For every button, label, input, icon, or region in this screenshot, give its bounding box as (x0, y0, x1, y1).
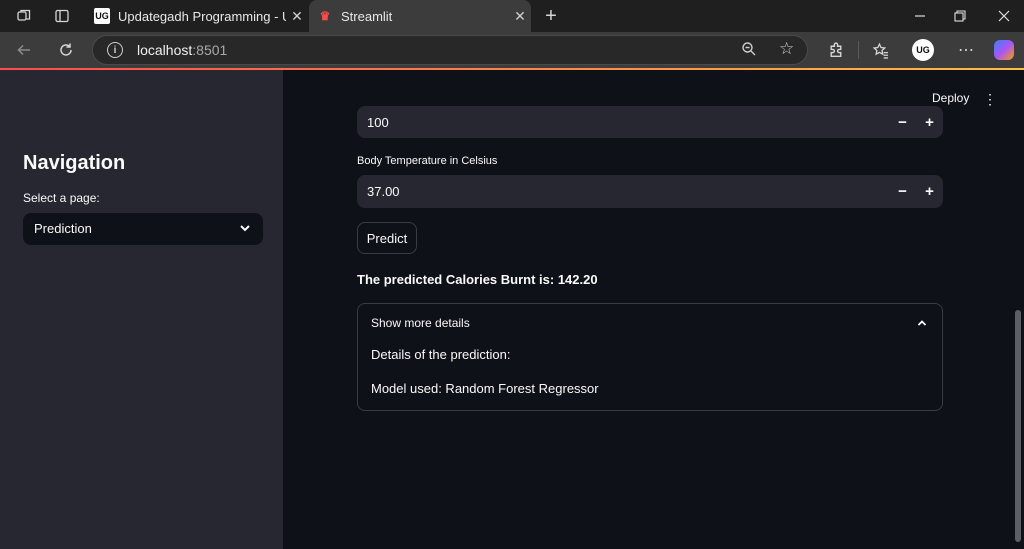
number-input-value: 100 (367, 115, 389, 130)
details-expander: Show more details Details of the predict… (357, 303, 943, 411)
main-menu-icon[interactable]: ⋮ (983, 91, 997, 107)
tab-title: Streamlit (341, 8, 393, 24)
page-scrollbar[interactable] (1015, 310, 1021, 542)
refresh-icon[interactable] (50, 32, 82, 68)
workspaces-icon[interactable] (8, 0, 40, 32)
sidebar-title: Navigation (23, 152, 126, 174)
temperature-value: 37.00 (367, 184, 400, 199)
deploy-button[interactable]: Deploy (932, 91, 969, 105)
zoom-icon[interactable] (741, 41, 757, 61)
expander-label: Show more details (371, 316, 470, 330)
selectbox-value: Prediction (34, 221, 92, 236)
close-window-icon[interactable] (982, 0, 1024, 32)
close-tab-icon[interactable]: ✕ (286, 8, 308, 25)
temperature-label: Body Temperature in Celsius (357, 155, 498, 167)
site-info-icon[interactable]: i (107, 42, 123, 58)
close-tab-icon[interactable]: ✕ (509, 8, 531, 25)
chevron-down-icon (238, 221, 252, 235)
streamlit-crown-icon: ♛ (319, 9, 331, 23)
toolbar-separator (858, 41, 859, 59)
updategadh-favicon: UG (94, 8, 110, 24)
sidebar: Navigation Select a page: Prediction (0, 70, 283, 549)
chevron-up-icon (916, 316, 928, 328)
predict-button[interactable]: Predict (357, 222, 417, 254)
back-icon[interactable] (8, 32, 40, 68)
decrement-button[interactable]: − (889, 175, 916, 208)
url-text[interactable]: localhost:8501 (137, 42, 227, 58)
favorites-icon[interactable] (864, 32, 896, 68)
restore-icon[interactable] (938, 0, 982, 32)
new-tab-icon[interactable]: + (538, 0, 564, 32)
more-options-icon[interactable]: ⋯ (950, 32, 982, 68)
address-bar[interactable]: i localhost:8501 ☆ (92, 35, 808, 65)
decrement-button[interactable]: − (889, 106, 916, 138)
details-heading: Details of the prediction: (371, 347, 511, 362)
expander-header[interactable]: Show more details (358, 304, 942, 341)
page-selectbox[interactable]: Prediction (23, 213, 263, 245)
url-host: localhost (137, 42, 193, 58)
model-used-text: Model used: Random Forest Regressor (371, 381, 599, 396)
temperature-input[interactable]: 37.00 − + (357, 175, 943, 208)
main-content: Deploy ⋮ 100 − + Body Temperature in Cel… (283, 70, 1024, 549)
select-page-label: Select a page: (23, 191, 100, 205)
tab-streamlit[interactable]: ♛ Streamlit ✕ (309, 0, 531, 32)
profile-avatar[interactable]: UG (912, 39, 934, 61)
tab-updategadh[interactable]: UG Updategadh Programming - Upd ✕ (86, 0, 308, 32)
vertical-tabs-icon[interactable] (46, 0, 78, 32)
extensions-icon[interactable] (820, 32, 852, 68)
increment-button[interactable]: + (916, 106, 943, 138)
favorite-star-icon[interactable]: ☆ (779, 39, 794, 59)
minimize-icon[interactable] (898, 0, 942, 32)
tab-title: Updategadh Programming - Upd (118, 8, 286, 24)
increment-button[interactable]: + (916, 175, 943, 208)
prediction-result: The predicted Calories Burnt is: 142.20 (357, 272, 598, 287)
copilot-icon[interactable] (994, 40, 1014, 60)
url-port: :8501 (192, 42, 228, 58)
number-input-partial[interactable]: 100 − + (357, 106, 943, 138)
